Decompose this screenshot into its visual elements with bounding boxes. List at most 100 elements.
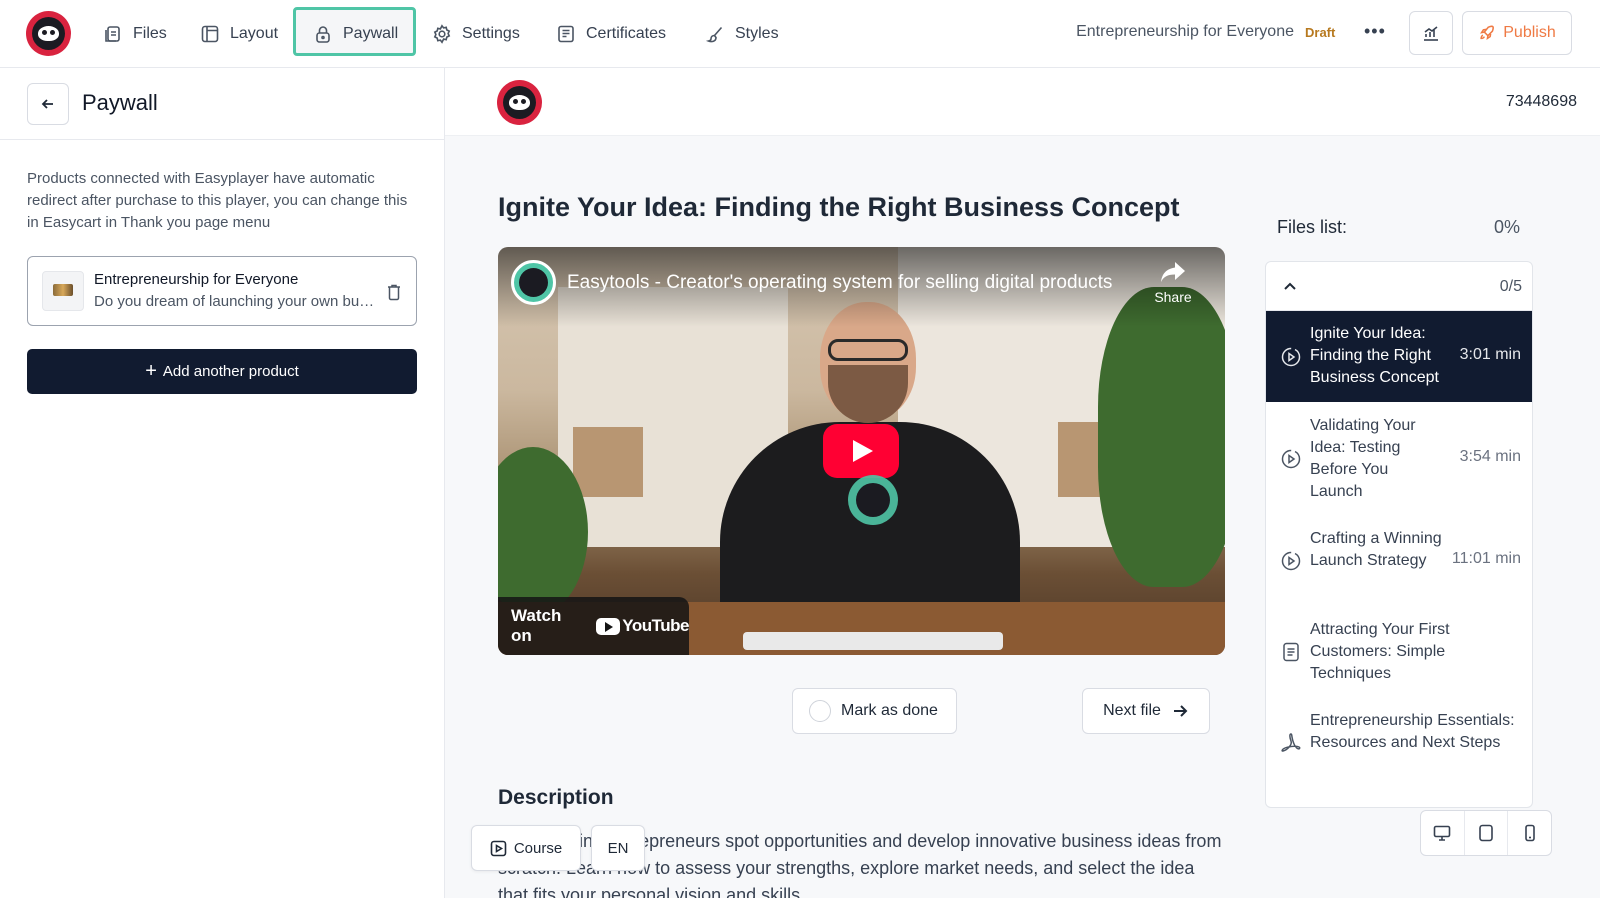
course-label: Course [513,839,563,857]
video-player[interactable]: Easytools - Creator's operating system f… [498,247,1225,655]
mark-as-done-button[interactable]: Mark as done [792,688,957,734]
preview-id: 73448698 [1505,93,1577,110]
arrow-left-icon [41,99,53,109]
tablet-view-button[interactable] [1465,811,1509,855]
publish-button[interactable]: Publish [1462,11,1572,55]
checkbox-circle-icon [809,700,831,722]
nav-certificates[interactable]: Certificates [556,19,666,49]
nav-label: Settings [462,25,520,42]
course-menu-button[interactable]: Course [471,825,581,871]
file-name: Crafting a Winning Launch Strategy [1310,530,1442,569]
status-badge: Draft [1305,25,1336,40]
watch-on-label: Watch on [511,606,562,645]
files-list: 0/5 Ignite Your Idea: Finding the Right … [1265,261,1533,808]
plus-icon: + [145,359,157,382]
tablet-icon [1479,824,1493,842]
lock-icon [316,26,330,43]
files-icon [105,26,120,42]
share-icon [1161,262,1185,282]
file-list-item[interactable]: Attracting Your First Customers: Simple … [1266,606,1532,697]
mobile-view-button[interactable] [1508,811,1551,855]
nav-styles[interactable]: Styles [705,19,779,49]
course-play-icon [490,840,507,856]
preview-header: 73448698 [445,68,1600,136]
product-name: Entrepreneurship for Everyone [94,271,299,288]
channel-avatar[interactable] [511,260,556,305]
next-file-label: Next file [1103,702,1161,719]
desktop-view-button[interactable] [1421,811,1465,855]
file-list-item[interactable]: Ignite Your Idea: Finding the Right Busi… [1266,311,1532,402]
files-list-heading: Files list: [1277,217,1348,237]
file-list-item[interactable]: Crafting a Winning Launch Strategy 11:01… [1266,515,1532,606]
share-button[interactable]: Share [1148,261,1198,305]
file-duration: 3:01 min [1459,346,1521,363]
document-icon [1280,641,1302,663]
panel-title: Paywall [82,90,158,115]
add-product-label: Add another product [162,363,299,380]
file-name: Validating Your Idea: Testing Before You… [1310,417,1416,500]
layout-icon [201,25,219,43]
nav-label: Files [133,25,167,42]
file-duration: 3:54 min [1459,448,1521,465]
analytics-button[interactable] [1409,11,1453,55]
language-selector[interactable]: EN [591,825,645,871]
files-list-header[interactable]: 0/5 [1266,262,1532,311]
gear-icon [433,24,451,44]
video-play-icon [1280,346,1302,368]
nav-paywall[interactable]: Paywall [313,19,398,49]
file-name: Entrepreneurship Essentials: Resources a… [1310,712,1515,751]
panel-header: Paywall [0,68,444,140]
next-file-button[interactable]: Next file [1082,688,1210,734]
youtube-logo: YouTube [596,616,689,636]
video-title[interactable]: Easytools - Creator's operating system f… [567,272,1132,294]
play-button[interactable] [823,424,899,478]
connected-product-card[interactable]: Entrepreneurship for Everyone Do you dre… [27,256,417,326]
paywall-info-text: Products connected with Easyplayer have … [27,170,408,231]
file-name: Attracting Your First Customers: Simple … [1310,621,1450,682]
product-thumbnail [42,271,84,311]
video-play-icon [1280,550,1302,572]
files-count: 0/5 [1499,278,1522,295]
nav-settings[interactable]: Settings [432,19,520,49]
share-label: Share [1154,289,1192,305]
language-label: EN [607,839,629,857]
publish-label: Publish [1503,24,1556,41]
back-button[interactable] [27,83,69,125]
mobile-icon [1524,824,1535,842]
analytics-icon [1424,26,1438,41]
certificate-icon [558,25,574,43]
file-name: Ignite Your Idea: Finding the Right Busi… [1310,325,1439,386]
description-heading: Description [498,786,614,809]
nav-label: Paywall [343,25,399,42]
chevron-up-icon[interactable] [1282,279,1298,295]
youtube-icon [596,617,621,635]
brush-icon [705,26,723,43]
file-duration: 11:01 min [1451,550,1521,567]
desktop-icon [1434,825,1451,841]
files-progress: 0% [1494,217,1521,237]
add-another-product-button[interactable]: + Add another product [27,349,417,394]
nav-label: Certificates [586,25,667,42]
nav-layout[interactable]: Layout [200,19,278,49]
top-bar: Files Layout Paywall Settings Certificat… [0,0,1600,68]
arrow-right-icon [1173,705,1188,717]
app-logo[interactable] [26,11,71,56]
file-list-item[interactable]: Validating Your Idea: Testing Before You… [1266,402,1532,515]
mark-done-label: Mark as done [841,702,938,719]
video-play-icon [1280,448,1302,470]
file-list-item[interactable]: Entrepreneurship Essentials: Resources a… [1266,697,1532,807]
remove-product-button[interactable] [386,283,402,301]
nav-label: Layout [230,25,279,42]
video-watermark-logo [848,475,898,525]
course-preview: 73448698 Ignite Your Idea: Finding the R… [445,68,1600,898]
nav-label: Styles [735,25,779,42]
watch-on-youtube-button[interactable]: Watch on YouTube [498,597,689,655]
video-title-bar: Easytools - Creator's operating system f… [498,247,1225,327]
preview-logo [497,80,542,125]
more-options-button[interactable]: ••• [1364,21,1386,42]
pdf-icon [1280,732,1302,754]
course-title: Entrepreneurship for Everyone [1076,23,1294,40]
nav-files[interactable]: Files [103,19,167,49]
product-description: Do you dream of launching your own busin… [94,293,379,310]
paywall-panel: Paywall Products connected with Easyplay… [0,68,445,898]
